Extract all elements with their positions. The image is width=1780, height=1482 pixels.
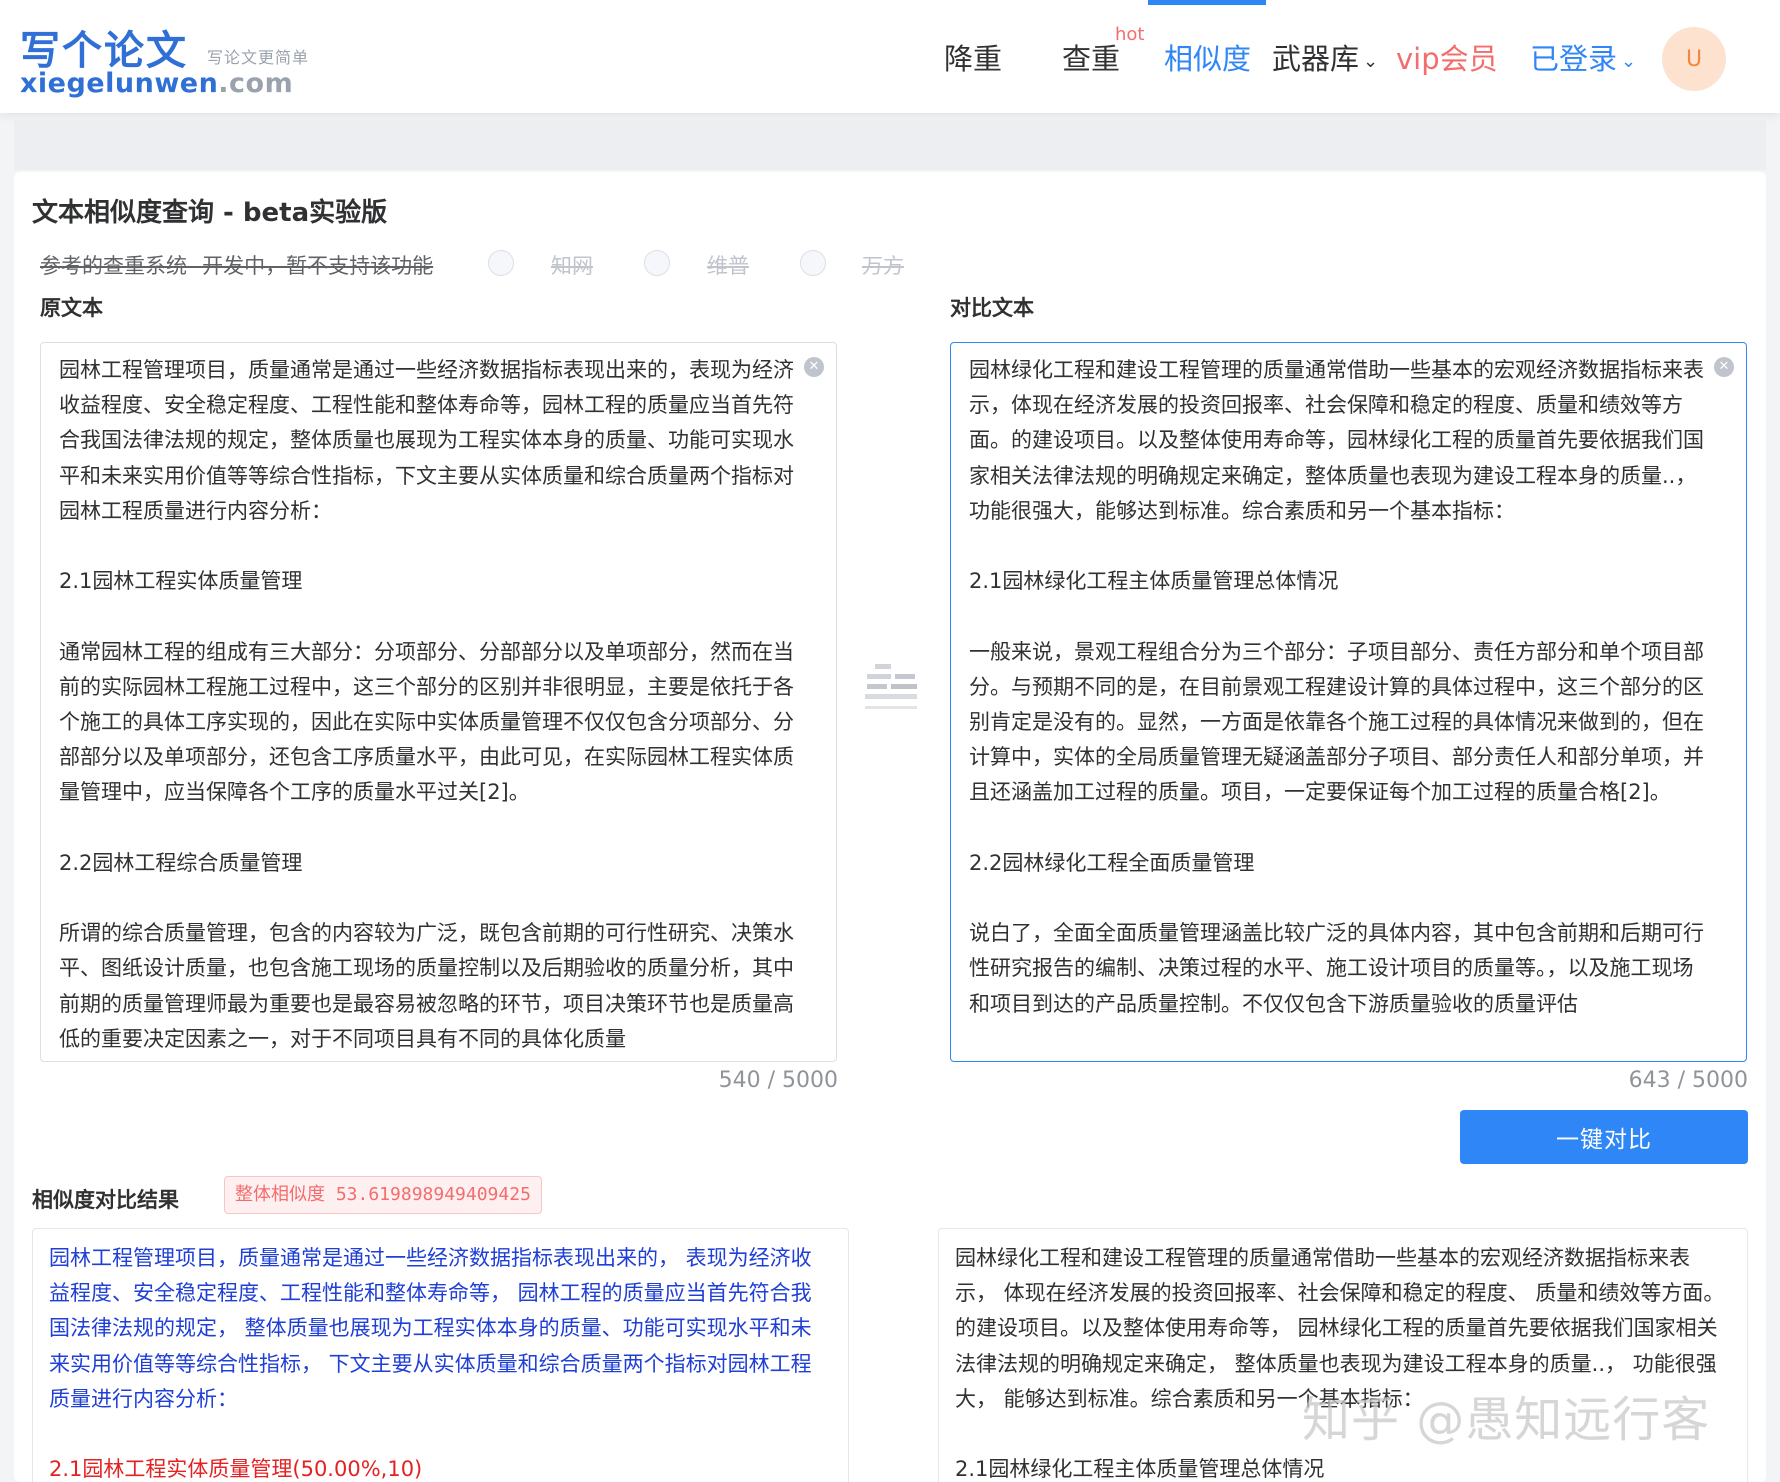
compare-char-counter: 643 / 5000 — [1628, 1068, 1748, 1093]
nav-similarity[interactable]: 相似度 — [1164, 36, 1251, 78]
compare-text-label: 对比文本 — [950, 296, 1034, 320]
matched-heading-segment: 2.1园林工程实体质量管理(50.00%,10) — [49, 1457, 423, 1482]
logo-slogan: 写论文更简单 — [207, 48, 310, 67]
page-top-spacer — [14, 120, 1766, 170]
top-navbar: 写个论文 写论文更简单 xiegelunwen.com 降重 查重 hot 相似… — [0, 0, 1780, 113]
original-text-content[interactable]: 园林工程管理项目，质量通常是通过一些经济数据指标表现出来的，表现为经济收益程度、… — [59, 353, 798, 1057]
result-original-panel: 园林工程管理项目，质量通常是通过一些经济数据指标表现出来的， 表现为经济收益程度… — [32, 1228, 849, 1482]
matched-segment: 园林工程管理项目，质量通常是通过一些经济数据指标表现出来的， 表现为经济收益程度… — [49, 1246, 812, 1411]
result-original-text: 园林工程管理项目，质量通常是通过一些经济数据指标表现出来的， 表现为经济收益程度… — [49, 1241, 832, 1482]
compare-text-content[interactable]: 园林绿化工程和建设工程管理的质量通常借助一些基本的宏观经济数据指标来表示，体现在… — [969, 353, 1708, 1022]
compare-segment: 园林绿化工程和建设工程管理的质量通常借助一些基本的宏观经济数据指标来表示， 体现… — [955, 1246, 1725, 1482]
logo-domain[interactable]: xiegelunwen.com — [20, 68, 293, 99]
similarity-card: 文本相似度查询 - beta实验版 参考的查重系统--开发中，暂不支持该功能 知… — [14, 172, 1766, 1482]
similarity-badge: 整体相似度 53.619898949409425 — [224, 1176, 542, 1214]
result-compare-panel: 园林绿化工程和建设工程管理的质量通常借助一些基本的宏观经济数据指标来表示， 体现… — [938, 1228, 1748, 1482]
radio-cnki[interactable] — [488, 250, 514, 276]
original-textarea[interactable]: 园林工程管理项目，质量通常是通过一些经济数据指标表现出来的，表现为经济收益程度、… — [40, 342, 837, 1062]
logo-domain-name: xiegelunwen — [20, 68, 219, 99]
compare-textarea[interactable]: 园林绿化工程和建设工程管理的质量通常借助一些基本的宏观经济数据指标来表示，体现在… — [950, 342, 1747, 1062]
clear-icon[interactable]: ✕ — [1714, 357, 1734, 377]
chevron-down-icon: ⌄ — [1363, 50, 1379, 72]
nav-arsenal-label: 武器库 — [1272, 42, 1360, 76]
nav-reduce[interactable]: 降重 — [944, 36, 1002, 78]
hot-badge: hot — [1115, 24, 1145, 45]
radio-wanfang[interactable] — [800, 250, 826, 276]
clear-icon[interactable]: ✕ — [804, 357, 824, 377]
result-compare-text: 园林绿化工程和建设工程管理的质量通常借助一些基本的宏观经济数据指标来表示， 体现… — [955, 1241, 1731, 1482]
original-char-counter: 540 / 5000 — [718, 1068, 838, 1093]
nav-login-label: 已登录 — [1530, 42, 1618, 76]
nav-vip[interactable]: vip会员 — [1396, 36, 1498, 78]
chevron-down-icon: ⌄ — [1621, 50, 1637, 72]
radio-label-wanfang: 万方 — [862, 254, 904, 278]
avatar[interactable]: U — [1662, 27, 1726, 91]
nav-user-menu[interactable]: 已登录 ⌄ — [1530, 36, 1636, 78]
radio-label-vip: 维普 — [707, 254, 749, 278]
logo-domain-suffix: .com — [218, 68, 294, 99]
radio-label-cnki: 知网 — [551, 254, 593, 278]
page-title: 文本相似度查询 - beta实验版 — [32, 198, 388, 228]
nav-check[interactable]: 查重 — [1062, 36, 1120, 78]
compare-button[interactable]: 一键对比 — [1460, 1110, 1748, 1164]
original-text-label: 原文本 — [40, 296, 103, 320]
compare-icon — [865, 664, 921, 716]
ref-systems-label: 参考的查重系统--开发中，暂不支持该功能 — [40, 254, 434, 278]
result-label: 相似度对比结果 — [32, 1188, 179, 1212]
nav-active-indicator — [1148, 0, 1266, 5]
radio-vip[interactable] — [644, 250, 670, 276]
nav-arsenal[interactable]: 武器库 ⌄ — [1272, 36, 1378, 78]
